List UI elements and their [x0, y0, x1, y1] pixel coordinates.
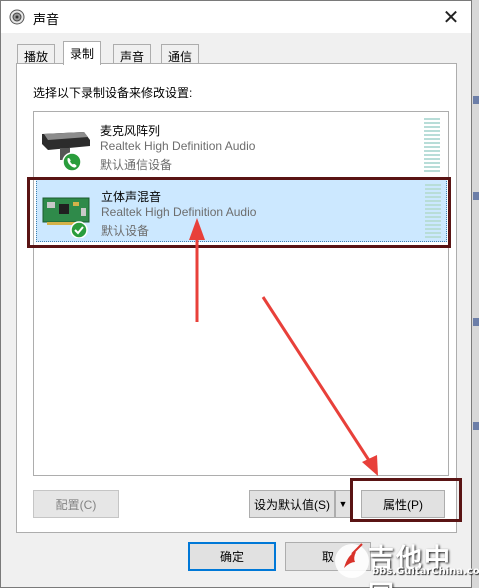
- watermark-url: bbs.GuitarChina.com: [372, 566, 479, 577]
- device-name: 麦克风阵列: [100, 124, 161, 138]
- properties-highlight-box: [350, 478, 462, 522]
- background-window-fragment: [473, 192, 479, 200]
- device-list[interactable]: 麦克风阵列 Realtek High Definition Audio 默认通信…: [33, 111, 449, 476]
- close-icon[interactable]: ✕: [431, 1, 471, 33]
- set-default-button[interactable]: 设为默认值(S): [249, 490, 335, 518]
- device-highlight-box: [27, 177, 451, 248]
- device-row[interactable]: 麦克风阵列 Realtek High Definition Audio 默认通信…: [36, 114, 447, 177]
- level-meter: [424, 118, 440, 172]
- tab-recording[interactable]: 录制: [63, 41, 102, 65]
- tab-sounds[interactable]: 声音: [113, 44, 152, 64]
- background-window-fragment: [473, 96, 479, 104]
- ok-button[interactable]: 确定: [188, 542, 276, 571]
- set-default-dropdown-icon[interactable]: ▼: [335, 490, 351, 518]
- tab-communications[interactable]: 通信: [161, 44, 200, 64]
- background-window-fragment: [473, 422, 479, 430]
- device-driver: Realtek High Definition Audio: [100, 139, 256, 153]
- phone-badge-icon: [62, 152, 82, 172]
- microphone-array-icon: [42, 132, 90, 172]
- configure-button[interactable]: 配置(C): [33, 490, 119, 518]
- title-bar: 声音 ✕: [1, 1, 471, 33]
- device-status: 默认通信设备: [100, 158, 173, 172]
- speaker-icon: [9, 9, 25, 25]
- instruction-text: 选择以下录制设备来修改设置:: [33, 86, 193, 100]
- tab-playback[interactable]: 播放: [17, 44, 56, 64]
- window-title: 声音: [33, 12, 60, 27]
- watermark-text: 吉他中国: [368, 544, 453, 588]
- recording-panel: 选择以下录制设备来修改设置: 麦克风阵列 Realtek High Defini…: [16, 63, 457, 533]
- background-window-fragment: [473, 318, 479, 326]
